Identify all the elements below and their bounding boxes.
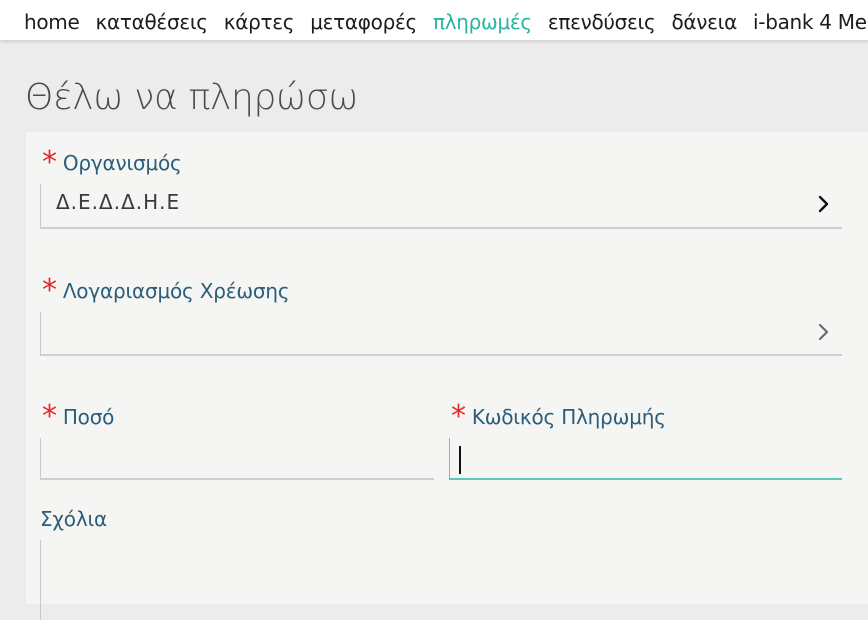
debit-account-label: * Λογαριασμός Χρέωσης — [42, 276, 290, 306]
debit-account-select[interactable] — [40, 312, 842, 356]
page-title: Θέλω να πληρώσω — [25, 77, 359, 118]
comments-label: Σχόλια — [40, 506, 107, 532]
organization-select[interactable]: Δ.Ε.Δ.Δ.Η.Ε — [40, 184, 842, 229]
required-asterisk: * — [42, 399, 57, 434]
payment-code-label-text: Κωδικός Πληρωμής — [471, 405, 666, 429]
amount-input[interactable] — [40, 438, 434, 480]
required-asterisk: * — [451, 399, 466, 434]
amount-label: * Ποσό — [42, 402, 115, 432]
payment-code-label: * Κωδικός Πληρωμής — [451, 402, 666, 432]
comments-label-text: Σχόλια — [40, 507, 108, 531]
nav-payments[interactable]: πληρωμές — [433, 9, 532, 35]
nav-cards[interactable]: κάρτες — [224, 9, 295, 35]
required-asterisk: * — [42, 273, 57, 308]
text-cursor — [459, 446, 461, 474]
required-asterisk: * — [42, 145, 57, 180]
nav-ibank-4-merchants[interactable]: i-bank 4 Merc — [753, 9, 868, 35]
nav-transfers[interactable]: μεταφορές — [310, 9, 417, 35]
organization-label-text: Οργανισμός — [62, 151, 182, 175]
chevron-right-icon — [818, 323, 829, 341]
organization-value: Δ.Ε.Δ.Δ.Η.Ε — [56, 190, 181, 214]
chevron-right-icon — [818, 195, 829, 213]
nav-home[interactable]: home — [24, 9, 80, 35]
amount-label-text: Ποσό — [62, 405, 115, 429]
comments-textarea[interactable] — [40, 540, 842, 620]
organization-label: * Οργανισμός — [42, 148, 182, 178]
nav-deposits[interactable]: καταθέσεις — [96, 9, 209, 35]
debit-account-label-text: Λογαριασμός Χρέωσης — [62, 279, 290, 303]
top-navigation: home καταθέσεις κάρτες μεταφορές πληρωμέ… — [0, 0, 868, 40]
nav-links: home καταθέσεις κάρτες μεταφορές πληρωμέ… — [24, 9, 868, 35]
payment-form: * Οργανισμός Δ.Ε.Δ.Δ.Η.Ε * Λογαριασμός Χρέ… — [26, 132, 868, 620]
nav-investments[interactable]: επενδύσεις — [548, 9, 656, 35]
nav-loans[interactable]: δάνεια — [671, 9, 737, 35]
payment-code-input[interactable] — [449, 438, 842, 480]
